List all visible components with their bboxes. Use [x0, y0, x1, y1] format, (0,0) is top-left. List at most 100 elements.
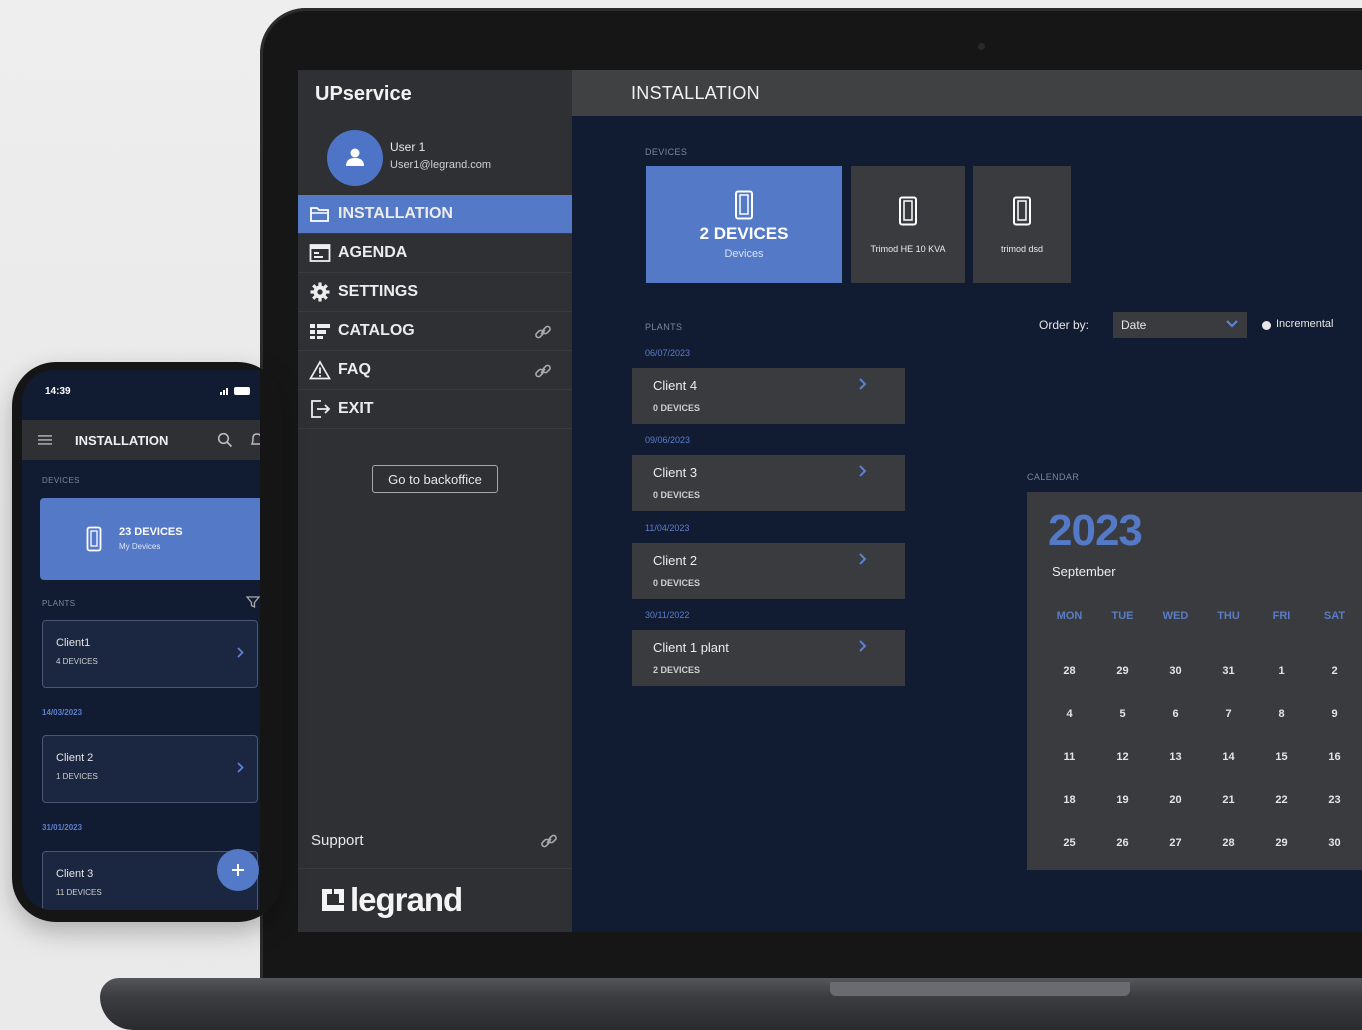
calendar-day[interactable]: 22 — [1255, 779, 1308, 822]
sidebar-item-settings[interactable]: SETTINGS — [298, 273, 572, 312]
plant-device-count: 4 DEVICES — [56, 657, 98, 666]
menu-icon[interactable] — [38, 434, 52, 446]
calendar-day[interactable]: 13 — [1149, 736, 1202, 779]
calendar-day[interactable]: 25 — [1043, 822, 1096, 865]
plants-section-label: PLANTS — [645, 322, 683, 332]
laptop-base — [100, 978, 1362, 1030]
phone-plant-card-client-2[interactable]: Client 2 1 DEVICES — [42, 735, 258, 803]
sidebar-item-label: AGENDA — [338, 244, 408, 261]
device-tile-trimod-dsd[interactable]: trimod dsd — [973, 166, 1071, 283]
legrand-mark-icon — [322, 889, 344, 911]
support-link[interactable]: Support — [311, 832, 364, 849]
plant-device-count: 0 DEVICES — [653, 578, 701, 588]
phone-plants-label: PLANTS — [42, 599, 76, 608]
chevron-right-icon — [858, 464, 868, 478]
plant-device-count: 2 DEVICES — [653, 665, 701, 675]
incremental-radio[interactable] — [1262, 321, 1271, 330]
warning-icon — [308, 359, 332, 381]
calendar-day[interactable]: 29 — [1096, 650, 1149, 693]
plant-card-client-3[interactable]: Client 3 0 DEVICES — [632, 455, 905, 511]
filter-icon[interactable] — [246, 595, 260, 609]
calendar-day[interactable]: 20 — [1149, 779, 1202, 822]
plant-name: Client 2 — [56, 752, 94, 764]
calendar-day[interactable]: 2 — [1308, 650, 1361, 693]
sidebar-item-label: SETTINGS — [338, 283, 419, 300]
phone-device-card[interactable]: 23 DEVICES My Devices — [40, 498, 260, 580]
calendar-day[interactable]: 1 — [1255, 650, 1308, 693]
calendar-day[interactable]: 7 — [1202, 693, 1255, 736]
calendar-day[interactable]: 30 — [1308, 822, 1361, 865]
sidebar-item-faq[interactable]: FAQ — [298, 351, 572, 390]
plant-date: 09/06/2023 — [645, 435, 691, 445]
calendar-day[interactable]: 18 — [1043, 779, 1096, 822]
calendar-day[interactable]: 12 — [1096, 736, 1149, 779]
plant-name: Client 2 — [653, 553, 698, 568]
calendar-week: 4 5 6 7 8 9 — [1043, 693, 1362, 736]
plant-card-client-2[interactable]: Client 2 0 DEVICES — [632, 543, 905, 599]
plant-date: 06/07/2023 — [645, 348, 691, 358]
sidebar: UPservice User 1 User1@legrand.com INSTA… — [298, 70, 572, 932]
avatar[interactable] — [327, 130, 383, 186]
plant-name: Client 1 plant — [653, 640, 729, 655]
calendar-grid: MON TUE WED THU FRI SAT 28 29 30 31 1 2 … — [1043, 610, 1362, 865]
sidebar-item-label: CATALOG — [338, 322, 415, 339]
sidebar-item-catalog[interactable]: CATALOG — [298, 312, 572, 351]
calendar-day[interactable]: 11 — [1043, 736, 1096, 779]
calendar-day[interactable]: 23 — [1308, 779, 1361, 822]
sidebar-item-label: INSTALLATION — [338, 205, 453, 222]
calendar-day[interactable]: 6 — [1149, 693, 1202, 736]
calendar-day[interactable]: 19 — [1096, 779, 1149, 822]
order-by-value: Date — [1121, 318, 1147, 332]
calendar-weekdays: MON TUE WED THU FRI SAT — [1043, 610, 1362, 640]
signal-battery-icon — [220, 386, 254, 396]
logo-text: legrand — [350, 881, 463, 918]
weekday-label: THU — [1217, 610, 1240, 622]
calendar-day[interactable]: 31 — [1202, 650, 1255, 693]
calendar-section-label: CALENDAR — [1027, 472, 1080, 482]
calendar-week: 25 26 27 28 29 30 — [1043, 822, 1362, 865]
chevron-right-icon — [236, 646, 245, 659]
calendar-day[interactable]: 14 — [1202, 736, 1255, 779]
order-by-select[interactable]: Date — [1113, 312, 1247, 338]
sidebar-item-agenda[interactable]: AGENDA — [298, 234, 572, 273]
calendar-day[interactable]: 5 — [1096, 693, 1149, 736]
plant-date: 14/03/2023 — [42, 708, 83, 717]
catalog-icon — [308, 320, 332, 342]
device-tile-trimod-he[interactable]: Trimod HE 10 KVA — [851, 166, 965, 283]
calendar-day[interactable]: 28 — [1202, 822, 1255, 865]
folder-icon — [308, 203, 332, 225]
calendar-day[interactable]: 4 — [1043, 693, 1096, 736]
plant-date: 31/01/2023 — [42, 823, 83, 832]
phone-status-time: 14:39 — [45, 386, 71, 397]
calendar-day[interactable]: 8 — [1255, 693, 1308, 736]
calendar-day[interactable]: 27 — [1149, 822, 1202, 865]
plant-device-count: 0 DEVICES — [653, 403, 701, 413]
device-tile-title: Trimod HE 10 KVA — [870, 243, 946, 254]
calendar-day[interactable]: 29 — [1255, 822, 1308, 865]
sidebar-item-exit[interactable]: EXIT — [298, 390, 572, 429]
device-tile-all[interactable]: 2 DEVICES Devices — [646, 166, 842, 283]
calendar-day[interactable]: 9 — [1308, 693, 1361, 736]
sidebar-item-label: EXIT — [338, 400, 374, 417]
plant-card-client-4[interactable]: Client 4 0 DEVICES — [632, 368, 905, 424]
calendar-day[interactable]: 16 — [1308, 736, 1361, 779]
calendar-day[interactable]: 21 — [1202, 779, 1255, 822]
legrand-logo: legrand — [320, 881, 463, 919]
header-bar: INSTALLATION — [572, 70, 1362, 116]
plant-card-client-1-plant[interactable]: Client 1 plant 2 DEVICES — [632, 630, 905, 686]
sidebar-item-label: FAQ — [338, 361, 371, 378]
calendar-week: 18 19 20 21 22 23 — [1043, 779, 1362, 822]
add-plant-button[interactable] — [217, 849, 259, 891]
calendar-day[interactable]: 15 — [1255, 736, 1308, 779]
sidebar-item-installation[interactable]: INSTALLATION — [298, 195, 572, 234]
device-icon — [1013, 196, 1031, 225]
phone-plant-card-client1[interactable]: Client1 4 DEVICES — [42, 620, 258, 688]
calendar-day[interactable]: 30 — [1149, 650, 1202, 693]
bell-icon[interactable] — [250, 432, 260, 448]
app-brand: UPservice — [315, 83, 412, 105]
search-icon[interactable] — [217, 432, 233, 448]
device-icon — [86, 526, 102, 552]
calendar-day[interactable]: 26 — [1096, 822, 1149, 865]
calendar-day[interactable]: 28 — [1043, 650, 1096, 693]
go-to-backoffice-button[interactable]: Go to backoffice — [372, 465, 498, 493]
